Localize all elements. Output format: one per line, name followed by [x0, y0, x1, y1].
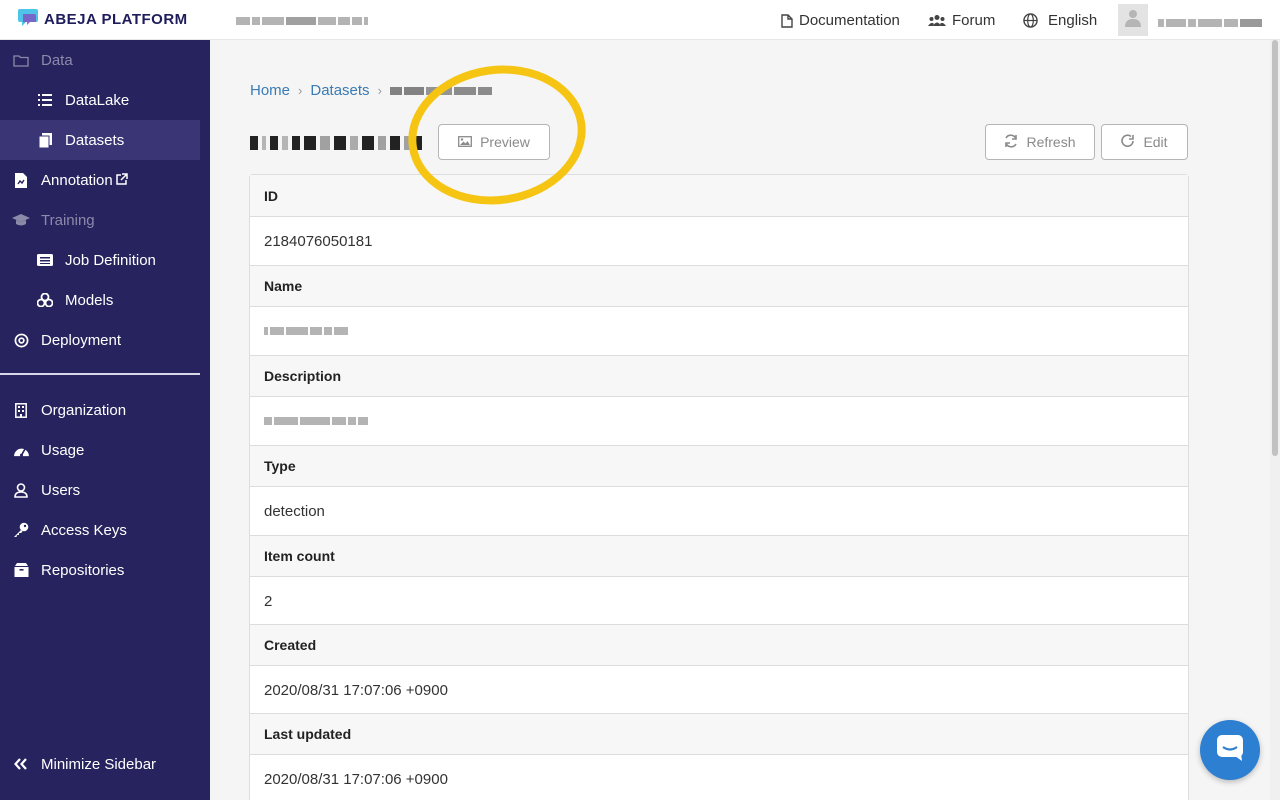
detail-value: 2: [250, 576, 1188, 625]
sidebar-item-label: Users: [41, 481, 81, 499]
brand-logo[interactable]: ABEJA PLATFORM: [16, 9, 188, 29]
sidebar-divider: [0, 373, 200, 375]
page-title: [250, 136, 422, 150]
sidebar-item-datasets[interactable]: Datasets: [0, 120, 200, 160]
list-icon: [36, 91, 54, 109]
detail-label: Description: [250, 355, 1188, 396]
detail-label: Name: [250, 265, 1188, 306]
detail-value: 2020/08/31 17:07:06 +0900: [250, 754, 1188, 800]
top-bar: ABEJA PLATFORM Documentation Forum Engli…: [0, 0, 1280, 40]
copy-icon: [36, 131, 54, 149]
dataset-details-card: ID 2184076050181 Name Description Type d…: [249, 174, 1189, 800]
breadcrumb: Home › Datasets ›: [250, 82, 492, 99]
list-alt-icon: [36, 251, 54, 269]
scrollbar-thumb[interactable]: [1272, 40, 1278, 456]
sidebar-item-datalake[interactable]: DataLake: [0, 80, 200, 120]
target-icon: [12, 331, 30, 349]
chevron-right-icon: ›: [377, 83, 382, 98]
detail-label: ID: [250, 175, 1188, 216]
preview-button[interactable]: Preview: [438, 124, 550, 160]
sidebar-item-organization[interactable]: Organization: [0, 390, 200, 430]
globe-icon: [1023, 13, 1038, 28]
forum-link[interactable]: Forum: [928, 12, 995, 29]
brand-name: ABEJA PLATFORM: [44, 10, 188, 28]
logo-icon: [16, 9, 40, 29]
user-icon: [1125, 9, 1141, 32]
detail-label: Created: [250, 624, 1188, 665]
refresh-label: Refresh: [1026, 134, 1076, 150]
redacted-description: [264, 415, 368, 427]
folder-icon: [12, 51, 30, 69]
user-name[interactable]: [1158, 14, 1262, 32]
sidebar-item-label: Datasets: [65, 131, 125, 149]
sidebar-item-data[interactable]: Data: [0, 40, 200, 80]
edit-label: Edit: [1143, 134, 1168, 150]
breadcrumb-home[interactable]: Home: [250, 82, 290, 99]
image-icon: [458, 134, 473, 150]
sidebar-item-repositories[interactable]: Repositories: [0, 550, 200, 590]
user-outline-icon: [12, 481, 30, 499]
chat-launcher-button[interactable]: [1200, 720, 1260, 780]
detail-value: 2184076050181: [250, 216, 1188, 265]
sidebar-item-label: Annotation: [41, 171, 113, 189]
building-icon: [12, 401, 30, 419]
sidebar-item-label: Job Definition: [65, 251, 156, 269]
language-selector[interactable]: English: [1023, 12, 1097, 29]
cubes-icon: [36, 291, 54, 309]
external-link-icon: [115, 172, 128, 189]
sidebar-item-annotation[interactable]: Annotation: [0, 160, 200, 200]
box-icon: [12, 561, 30, 579]
refresh-button[interactable]: Refresh: [985, 124, 1095, 160]
gauge-icon: [12, 441, 30, 459]
sidebar-item-label: Data: [41, 51, 73, 69]
sidebar-item-label: DataLake: [65, 91, 130, 109]
sidebar-item-label: Usage: [41, 441, 85, 459]
users-icon: [928, 14, 946, 27]
sidebar-item-users[interactable]: Users: [0, 470, 200, 510]
chevron-right-icon: ›: [298, 83, 303, 98]
detail-value: [250, 396, 1188, 445]
sidebar-item-label: Access Keys: [41, 521, 127, 539]
edit-button[interactable]: Edit: [1101, 124, 1188, 160]
forum-label: Forum: [952, 12, 996, 29]
detail-value: detection: [250, 486, 1188, 535]
organization-name[interactable]: [236, 12, 368, 30]
redo-icon: [1121, 133, 1135, 151]
graduation-cap-icon: [12, 211, 30, 229]
scrollbar[interactable]: [1270, 40, 1280, 800]
breadcrumb-datasets[interactable]: Datasets: [310, 82, 369, 99]
refresh-icon: [1004, 133, 1018, 151]
key-icon: [12, 521, 30, 539]
sidebar-item-deployment[interactable]: Deployment: [0, 320, 200, 360]
double-chevron-left-icon: [12, 755, 30, 773]
detail-label: Last updated: [250, 713, 1188, 754]
redacted-name: [264, 325, 348, 337]
minimize-sidebar-label: Minimize Sidebar: [41, 755, 157, 773]
documentation-label: Documentation: [799, 12, 900, 29]
sidebar-item-access-keys[interactable]: Access Keys: [0, 510, 200, 550]
sidebar-item-label: Repositories: [41, 561, 125, 579]
sidebar-item-label: Training: [41, 211, 95, 229]
sidebar-item-training[interactable]: Training: [0, 200, 200, 240]
annotation-icon: [12, 171, 30, 189]
sidebar-item-label: Deployment: [41, 331, 122, 349]
detail-label: Type: [250, 445, 1188, 486]
file-icon: [781, 13, 793, 28]
documentation-link[interactable]: Documentation: [781, 12, 900, 29]
chat-icon: [1215, 733, 1245, 768]
preview-label: Preview: [480, 134, 530, 150]
language-label: English: [1048, 12, 1098, 29]
detail-value: [250, 306, 1188, 355]
sidebar-item-label: Organization: [41, 401, 127, 419]
sidebar-item-label: Models: [65, 291, 114, 309]
sidebar-item-usage[interactable]: Usage: [0, 430, 200, 470]
sidebar-item-models[interactable]: Models: [0, 280, 200, 320]
breadcrumb-current: [389, 85, 492, 97]
minimize-sidebar-button[interactable]: Minimize Sidebar: [0, 744, 200, 784]
avatar[interactable]: [1118, 4, 1148, 36]
sidebar-item-job-definition[interactable]: Job Definition: [0, 240, 200, 280]
detail-value: 2020/08/31 17:07:06 +0900: [250, 665, 1188, 714]
detail-label: Item count: [250, 535, 1188, 576]
sidebar: Data DataLake Datasets Annotation Traini…: [0, 40, 210, 800]
